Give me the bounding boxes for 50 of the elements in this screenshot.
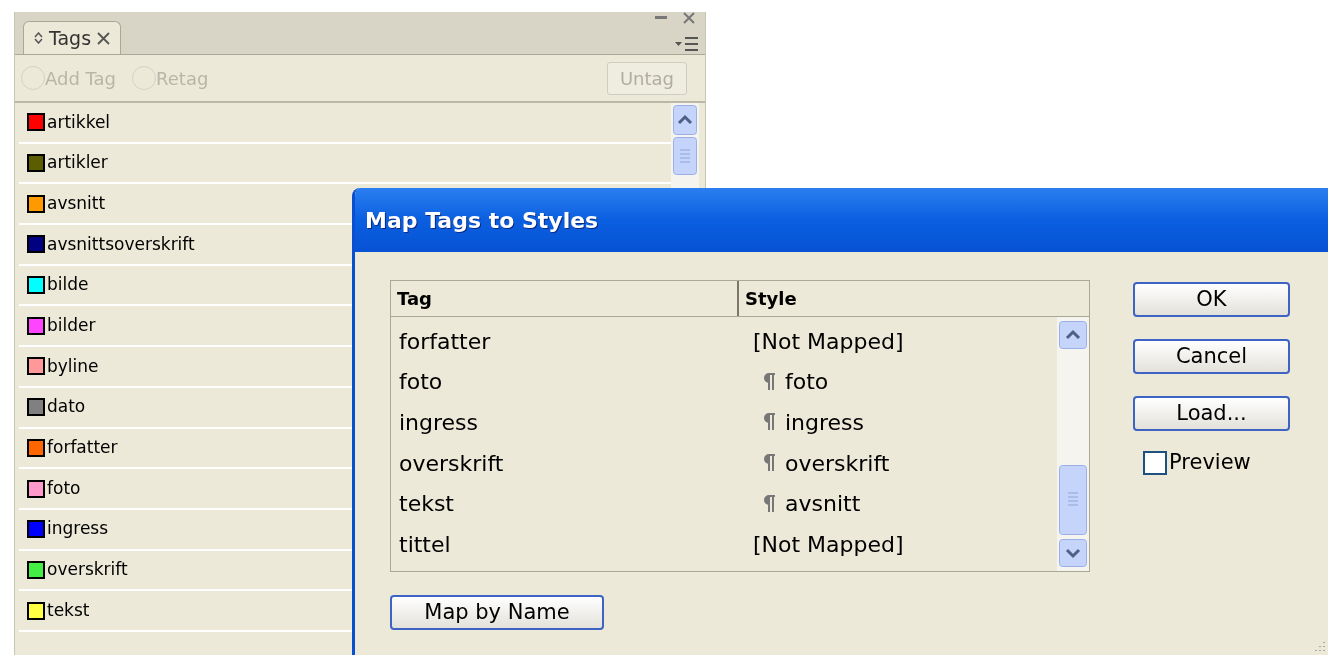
preview-label[interactable]: Preview: [1169, 447, 1251, 479]
paragraph-style-icon: [763, 454, 775, 473]
tag-name[interactable]: avsnitt: [47, 190, 106, 217]
style-cell[interactable]: [Not Mapped]: [753, 527, 904, 561]
scroll-thumb[interactable]: [673, 137, 697, 175]
resize-grip-icon[interactable]: [1312, 639, 1326, 653]
style-cell[interactable]: [Not Mapped]: [753, 324, 904, 358]
tag-name[interactable]: forfatter: [47, 435, 118, 461]
map-by-name-button[interactable]: Map by Name: [390, 595, 604, 630]
tag-name[interactable]: ingress: [47, 516, 109, 542]
tag-cell-text: overskrift: [398, 449, 505, 478]
scroll-down-icon[interactable]: [1059, 539, 1087, 567]
paragraph-style-icon: [763, 413, 775, 432]
scroll-thumb[interactable]: [1059, 465, 1087, 535]
tag-name[interactable]: artikkel: [47, 109, 111, 136]
tags-tab[interactable]: Tags: [23, 21, 122, 54]
style-cell[interactable]: overskrift: [753, 446, 890, 480]
preview-checkbox[interactable]: [1143, 450, 1167, 475]
tag-name[interactable]: foto: [47, 475, 81, 502]
style-cell[interactable]: ingress: [753, 406, 865, 439]
scrollbar[interactable]: [1057, 317, 1089, 571]
dialog-button[interactable]: Cancel: [1133, 339, 1290, 374]
tag-cell-text: forfatter: [398, 327, 492, 356]
sort-icon: [34, 32, 43, 44]
style-cell[interactable]: foto: [753, 365, 829, 399]
tag-cell-text: ingress: [398, 409, 480, 437]
paragraph-style-icon: [763, 494, 775, 513]
tag-cell-text: foto: [398, 368, 444, 397]
dialog-button[interactable]: Load...: [1133, 396, 1290, 431]
dialog-title: Map Tags to Styles: [365, 206, 599, 235]
tag-name[interactable]: bilder: [47, 313, 96, 339]
tag-name[interactable]: bilde: [47, 272, 89, 298]
tag-name[interactable]: tekst: [47, 597, 90, 624]
tag-name[interactable]: dato: [47, 394, 86, 420]
dialog-button[interactable]: OK: [1133, 282, 1290, 317]
scroll-up-icon[interactable]: [1059, 321, 1087, 349]
minimize-icon[interactable]: [655, 16, 667, 20]
tag-name[interactable]: byline: [47, 353, 99, 380]
tag-name[interactable]: overskrift: [47, 557, 128, 583]
column-header[interactable]: Style: [739, 281, 1089, 316]
tag-cell-text: tittel: [398, 530, 452, 559]
close-icon[interactable]: [97, 31, 111, 45]
paragraph-style-icon: [763, 372, 775, 391]
style-cell[interactable]: avsnitt: [753, 487, 861, 521]
scroll-up-icon[interactable]: [673, 105, 697, 135]
tag-name[interactable]: avsnittsoverskrift: [47, 231, 195, 258]
tag-name[interactable]: artikler: [47, 150, 108, 176]
close-icon[interactable]: [683, 12, 695, 24]
panel-menu-icon[interactable]: [675, 37, 699, 51]
tag-cell-text: tekst: [398, 490, 455, 519]
